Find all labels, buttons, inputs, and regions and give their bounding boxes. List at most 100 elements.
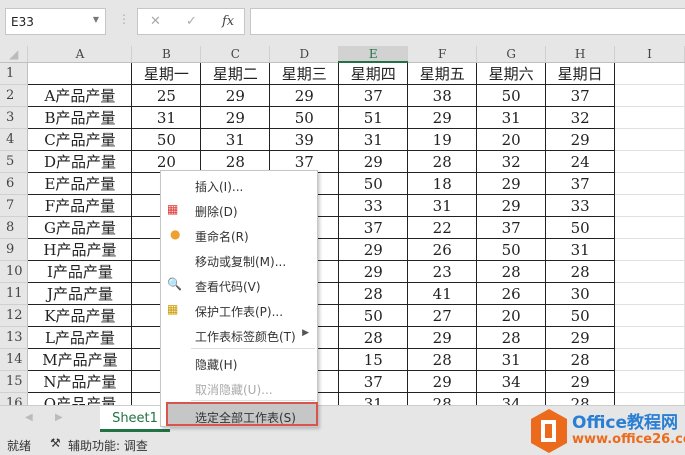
menu-item-delete[interactable]: ▦ 删除(D) [161,198,317,222]
cell[interactable]: F产品产量 [27,194,133,217]
cell[interactable]: 28 [407,150,478,173]
cell[interactable]: 50 [545,304,616,327]
row-header[interactable]: 1 [0,62,29,85]
cell[interactable]: 星期五 [407,61,478,85]
cell[interactable]: 28 [545,260,616,283]
cell[interactable]: 星期三 [269,61,340,85]
cell[interactable]: 星期六 [476,61,547,85]
menu-item-view-code[interactable]: 🔍 查看代码(V) [161,273,317,297]
column-header-d[interactable]: D [269,46,340,63]
cell[interactable]: 26 [407,238,478,261]
cell[interactable]: 31 [476,106,547,129]
row-header[interactable]: 6 [0,172,29,195]
cell[interactable]: 28 [476,260,547,283]
cell[interactable]: 28 [476,326,547,349]
column-header-c[interactable]: C [200,46,271,63]
row-header[interactable]: 16 [0,392,29,405]
cell[interactable]: 28 [407,392,478,405]
row-header[interactable]: 3 [0,106,29,129]
cell[interactable]: 24 [545,150,616,173]
cell[interactable]: 38 [407,84,478,107]
cell[interactable]: 50 [269,106,340,129]
cell[interactable]: 29 [476,194,547,217]
cell[interactable] [614,128,685,151]
cell[interactable]: A产品产量 [27,84,133,107]
cell[interactable]: 29 [545,128,616,151]
cell[interactable]: 50 [131,128,202,151]
row-header[interactable]: 11 [0,282,29,305]
cell[interactable] [614,216,685,239]
cell[interactable]: 29 [338,238,409,261]
cell[interactable]: 15 [338,348,409,371]
cell[interactable]: 29 [407,326,478,349]
cell[interactable]: 31 [545,238,616,261]
column-header-g[interactable]: G [476,46,547,63]
cell[interactable] [614,62,685,85]
cell[interactable]: 26 [476,282,547,305]
name-box[interactable]: E33 ▼ [5,8,106,35]
cell[interactable]: 29 [200,84,271,107]
cell[interactable]: 28 [545,348,616,371]
cell[interactable]: 25 [131,84,202,107]
cell[interactable] [27,61,133,85]
cell[interactable]: 31 [338,128,409,151]
cell[interactable]: 37 [545,172,616,195]
cell[interactable]: C产品产量 [27,128,133,151]
column-header-a[interactable]: A [27,46,133,63]
cell[interactable]: H产品产量 [27,238,133,261]
row-header[interactable]: 14 [0,348,29,371]
cell[interactable]: 50 [476,84,547,107]
cell[interactable]: 34 [476,370,547,393]
row-header[interactable]: 5 [0,150,29,173]
cell[interactable] [614,304,685,327]
cell[interactable]: 50 [545,216,616,239]
cell[interactable] [614,106,685,129]
cell[interactable]: 23 [407,260,478,283]
cell[interactable]: 33 [338,194,409,217]
function-icon[interactable]: fx [222,14,234,29]
cell[interactable]: 18 [407,172,478,195]
cell[interactable]: 37 [476,216,547,239]
cell[interactable]: 22 [407,216,478,239]
cell[interactable]: 37 [338,84,409,107]
row-header[interactable]: 7 [0,194,29,217]
cell[interactable]: 29 [338,260,409,283]
menu-item-select-all-sheets[interactable]: 选定全部工作表(S) [166,402,318,426]
chevron-down-icon[interactable]: ▼ [93,15,99,24]
cell[interactable] [614,348,685,371]
cell[interactable]: O产品产量 [27,392,133,405]
cell[interactable]: 51 [338,106,409,129]
cell[interactable]: 星期四 [338,61,409,85]
menu-item-move-copy[interactable]: 移动或复制(M)... [161,248,317,272]
cancel-icon[interactable]: ✕ [150,14,161,29]
cell[interactable]: 50 [338,304,409,327]
cell[interactable]: N产品产量 [27,370,133,393]
cell[interactable]: 31 [407,194,478,217]
cell[interactable]: 星期一 [131,61,202,85]
cell[interactable] [614,282,685,305]
cell[interactable]: 29 [269,84,340,107]
column-header-e[interactable]: E [338,46,409,63]
row-header[interactable]: 10 [0,260,29,283]
cell[interactable]: I产品产量 [27,260,133,283]
cell[interactable]: 29 [476,172,547,195]
cell[interactable]: 28 [338,326,409,349]
cell[interactable]: 50 [338,172,409,195]
cell[interactable]: 31 [338,392,409,405]
cell[interactable]: K产品产量 [27,304,133,327]
cell[interactable]: B产品产量 [27,106,133,129]
formula-input[interactable] [250,8,685,35]
scroll-right-icon[interactable]: ▶ [55,412,63,423]
cell[interactable]: G产品产量 [27,216,133,239]
row-header[interactable]: 8 [0,216,29,239]
cell[interactable]: 29 [200,106,271,129]
cell[interactable]: 30 [545,282,616,305]
scroll-left-icon[interactable]: ◀ [25,412,33,423]
menu-item-insert[interactable]: 插入(I)... [161,173,317,197]
cell[interactable]: 31 [131,106,202,129]
cell[interactable]: L产品产量 [27,326,133,349]
cell[interactable]: 32 [545,106,616,129]
row-header[interactable]: 15 [0,370,29,393]
cell[interactable]: 星期二 [200,61,271,85]
menu-item-protect[interactable]: ▦ 保护工作表(P)... [161,298,317,322]
